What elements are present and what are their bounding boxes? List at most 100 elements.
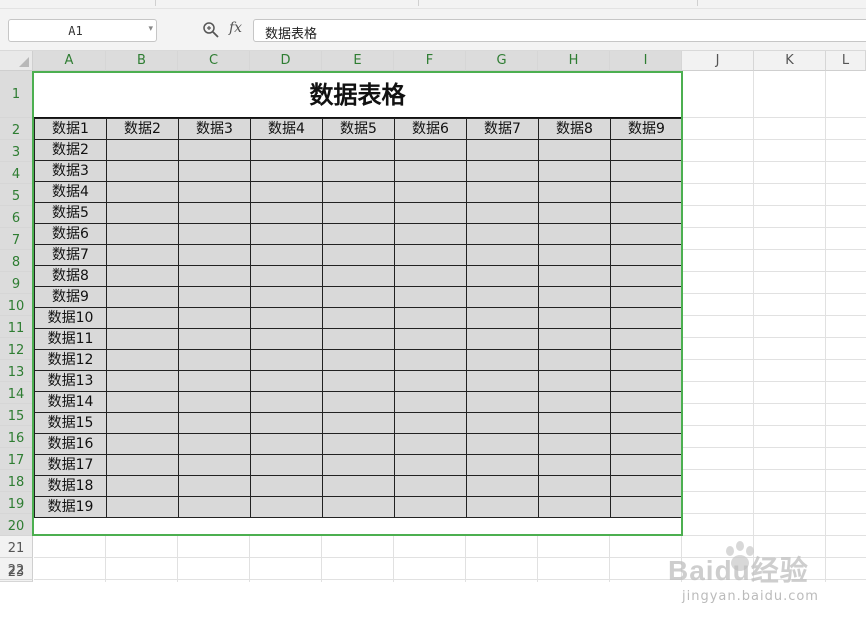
empty-cell[interactable] xyxy=(394,223,467,245)
empty-cell[interactable] xyxy=(466,328,539,350)
row-label-cell[interactable]: 数据11 xyxy=(34,328,107,350)
column-header-c[interactable]: C xyxy=(178,51,250,71)
empty-cell[interactable] xyxy=(322,160,395,182)
empty-cell[interactable] xyxy=(466,370,539,392)
empty-cell[interactable] xyxy=(250,265,323,287)
empty-cell[interactable] xyxy=(538,454,611,476)
row-label-cell[interactable]: 数据19 xyxy=(34,496,107,518)
empty-cell[interactable] xyxy=(322,307,395,329)
header-cell[interactable]: 数据3 xyxy=(178,118,251,140)
row-header-9[interactable]: 9 xyxy=(0,272,33,294)
empty-cell[interactable] xyxy=(394,244,467,266)
empty-cell[interactable] xyxy=(394,454,467,476)
empty-cell[interactable] xyxy=(610,223,683,245)
empty-cell[interactable] xyxy=(106,223,179,245)
row-label-cell[interactable]: 数据15 xyxy=(34,412,107,434)
empty-cell[interactable] xyxy=(466,244,539,266)
row-label-cell[interactable]: 数据14 xyxy=(34,391,107,413)
row-label-cell[interactable]: 数据13 xyxy=(34,370,107,392)
row-label-cell[interactable]: 数据18 xyxy=(34,475,107,497)
empty-cell[interactable] xyxy=(106,328,179,350)
empty-cell[interactable] xyxy=(394,265,467,287)
empty-cell[interactable] xyxy=(250,475,323,497)
empty-cell[interactable] xyxy=(250,160,323,182)
empty-cell[interactable] xyxy=(538,202,611,224)
empty-cell[interactable] xyxy=(538,307,611,329)
empty-cell[interactable] xyxy=(250,223,323,245)
empty-cell[interactable] xyxy=(106,181,179,203)
row-header-19[interactable]: 19 xyxy=(0,492,33,514)
empty-cell[interactable] xyxy=(106,496,179,518)
column-header-k[interactable]: K xyxy=(754,51,826,71)
empty-cell[interactable] xyxy=(538,265,611,287)
empty-cell[interactable] xyxy=(466,349,539,371)
empty-cell[interactable] xyxy=(178,202,251,224)
empty-cell[interactable] xyxy=(106,244,179,266)
empty-cell[interactable] xyxy=(610,244,683,266)
empty-cell[interactable] xyxy=(538,328,611,350)
empty-cell[interactable] xyxy=(394,328,467,350)
empty-cell[interactable] xyxy=(178,286,251,308)
row-header-1[interactable]: 1 xyxy=(0,71,33,118)
empty-cell[interactable] xyxy=(106,307,179,329)
empty-cell[interactable] xyxy=(322,475,395,497)
empty-cell[interactable] xyxy=(394,370,467,392)
column-header-d[interactable]: D xyxy=(250,51,322,71)
empty-cell[interactable] xyxy=(394,202,467,224)
empty-cell[interactable] xyxy=(178,433,251,455)
empty-cell[interactable] xyxy=(394,160,467,182)
header-cell[interactable]: 数据9 xyxy=(610,118,683,140)
formula-input[interactable]: 数据表格 xyxy=(253,19,866,42)
empty-cell[interactable] xyxy=(250,307,323,329)
row-label-cell[interactable]: 数据10 xyxy=(34,307,107,329)
row-header-5[interactable]: 5 xyxy=(0,184,33,206)
empty-cell[interactable] xyxy=(466,307,539,329)
empty-cell[interactable] xyxy=(466,433,539,455)
row-header-17[interactable]: 17 xyxy=(0,448,33,470)
empty-cell[interactable] xyxy=(106,433,179,455)
column-header-i[interactable]: I xyxy=(610,51,682,71)
column-header-j[interactable]: J xyxy=(682,51,754,71)
row-label-cell[interactable]: 数据12 xyxy=(34,349,107,371)
column-header-h[interactable]: H xyxy=(538,51,610,71)
select-all-corner[interactable] xyxy=(0,51,33,71)
merged-title-cell[interactable]: 数据表格 xyxy=(34,72,681,118)
empty-cell[interactable] xyxy=(250,349,323,371)
empty-cell[interactable] xyxy=(610,286,683,308)
empty-cell[interactable] xyxy=(466,412,539,434)
empty-cell[interactable] xyxy=(250,496,323,518)
chevron-down-icon[interactable]: ▾ xyxy=(148,24,153,34)
empty-cell[interactable] xyxy=(466,286,539,308)
empty-cell[interactable] xyxy=(178,370,251,392)
row-label-cell[interactable]: 数据4 xyxy=(34,181,107,203)
empty-cell[interactable] xyxy=(538,391,611,413)
name-box[interactable]: A1 ▾ xyxy=(8,19,157,42)
empty-cell[interactable] xyxy=(466,265,539,287)
header-cell[interactable]: 数据8 xyxy=(538,118,611,140)
column-header-l[interactable]: L xyxy=(826,51,866,71)
row-label-cell[interactable]: 数据7 xyxy=(34,244,107,266)
row-header-3[interactable]: 3 xyxy=(0,140,33,162)
empty-cell[interactable] xyxy=(178,475,251,497)
empty-cell[interactable] xyxy=(322,349,395,371)
empty-cell[interactable] xyxy=(538,433,611,455)
empty-cell[interactable] xyxy=(466,391,539,413)
empty-cell[interactable] xyxy=(610,139,683,161)
row-header-6[interactable]: 6 xyxy=(0,206,33,228)
header-cell[interactable]: 数据1 xyxy=(34,118,107,140)
row-header-20[interactable]: 20 xyxy=(0,514,33,536)
empty-cell[interactable] xyxy=(178,244,251,266)
empty-cell[interactable] xyxy=(250,370,323,392)
empty-cell[interactable] xyxy=(106,139,179,161)
empty-cell[interactable] xyxy=(322,391,395,413)
empty-cell[interactable] xyxy=(322,223,395,245)
row-header-14[interactable]: 14 xyxy=(0,382,33,404)
empty-cell[interactable] xyxy=(322,328,395,350)
row-header-10[interactable]: 10 xyxy=(0,294,33,316)
row-header-13[interactable]: 13 xyxy=(0,360,33,382)
fx-icon[interactable]: fx xyxy=(229,20,242,36)
empty-cell[interactable] xyxy=(322,244,395,266)
row-label-cell[interactable]: 数据5 xyxy=(34,202,107,224)
empty-cell[interactable] xyxy=(466,454,539,476)
empty-cell[interactable] xyxy=(394,496,467,518)
